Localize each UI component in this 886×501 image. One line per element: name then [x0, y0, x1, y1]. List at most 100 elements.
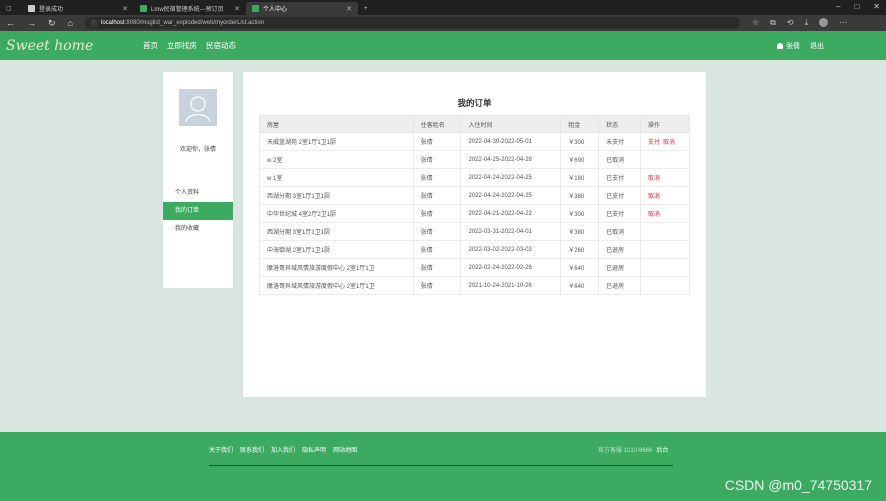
reload-icon[interactable]: ↻ — [48, 18, 56, 29]
house-cell: 摩洛哥异域风情旅游度假中心 2室1厅1卫 — [259, 258, 414, 277]
tab-close-icon[interactable]: ✕ — [234, 5, 240, 13]
guest-cell: 张倩 — [412, 240, 462, 259]
browser-tab-bar: ▢ 登录成功 ✕ Lmw民宿管理系统---预订页 ✕ 个人中心 ✕ + — [0, 0, 886, 15]
browser-tab[interactable]: Lmw民宿管理系统---预订页 ✕ — [134, 2, 246, 15]
user-menu[interactable]: 张倩 — [777, 41, 800, 51]
footer-link[interactable]: 隐私声明 — [302, 445, 326, 454]
close-window-icon[interactable]: ✕ — [873, 2, 880, 11]
status-cell: 已取消 — [598, 150, 642, 169]
status-cell: 已取消 — [598, 222, 642, 241]
sidebar: 欢迎你，张倩 个人资料 我的订单 我的收藏 — [163, 72, 233, 288]
actions-cell: 取消 — [640, 204, 690, 223]
table-row: 摩洛哥异域风情旅游度假中心 2室1厅1卫 张倩 2022-02-24-2022-02… — [259, 258, 690, 277]
actions-cell: 取消 — [640, 168, 690, 187]
user-avatar-icon — [185, 95, 211, 122]
time-cell: 2022-04-24-2022-04-25 — [460, 186, 562, 205]
address-bar: ← → ↻ ⌂ ⓘ localhost:8080/msglist_war_exp… — [0, 15, 886, 31]
cancel-link[interactable]: 取消 — [663, 140, 675, 146]
house-cell: 西湖分期 3室1厅1卫1厨 — [259, 186, 414, 205]
column-header: 操作 — [640, 115, 690, 133]
minimize-icon[interactable]: – — [836, 2, 840, 11]
nav-link[interactable]: 民宿动态 — [206, 41, 236, 50]
table-row: w 2室 张倩 2022-04-25-2022-04-28 ￥690 已取消 — [259, 150, 690, 169]
sidebar-item[interactable]: 个人资料 — [163, 184, 233, 202]
new-tab-icon[interactable]: + — [358, 2, 374, 15]
tab-favicon-icon — [28, 5, 35, 12]
guest-cell: 张倩 — [412, 258, 462, 277]
table-row: w 1室 张倩 2022-04-24-2022-04-25 ￥180 已支付 取消 — [259, 168, 690, 187]
actions-cell: 支付 取消 — [640, 132, 690, 151]
sidebar-item[interactable]: 我的收藏 — [163, 220, 233, 238]
guest-cell: 张倩 — [412, 204, 462, 223]
rent-cell: ￥640 — [560, 276, 600, 295]
footer-divider — [209, 465, 673, 466]
rent-cell: ￥380 — [560, 186, 600, 205]
table-row: 中海御湖 2室1厅1卫1厨 张倩 2022-03-02-2022-03-03 ￥260… — [259, 240, 690, 259]
footer-link[interactable]: 加入我们 — [271, 445, 295, 454]
house-cell: 中海御湖 2室1厅1卫1厨 — [259, 240, 414, 259]
admin-link[interactable]: 后台 — [656, 448, 668, 454]
time-cell: 2022-04-24-2022-04-25 — [460, 168, 562, 187]
footer-link[interactable]: 网站地图 — [333, 445, 357, 454]
profile-avatar[interactable] — [819, 18, 829, 27]
status-cell: 已支付 — [598, 168, 642, 187]
column-header: 入住时间 — [460, 115, 562, 133]
back-icon[interactable]: ← — [6, 18, 15, 28]
url-field[interactable]: ⓘ localhost:8080/msglist_war_exploded/we… — [84, 17, 740, 29]
actions-cell — [640, 222, 690, 241]
tab-close-icon[interactable]: ✕ — [122, 5, 128, 13]
guest-cell: 张倩 — [412, 186, 462, 205]
column-header: 状态 — [598, 115, 642, 133]
browser-tab[interactable]: 登录成功 ✕ — [22, 2, 134, 15]
sidebar-item[interactable]: 我的订单 — [163, 202, 233, 220]
tab-label: Lmw民宿管理系统---预订页 — [151, 7, 224, 13]
tab-favicon-icon — [252, 5, 259, 12]
status-cell: 已退房 — [598, 276, 642, 295]
sidebar-menu: 个人资料 我的订单 我的收藏 — [163, 184, 233, 238]
more-icon[interactable]: ⋯ — [839, 18, 847, 28]
table-row: 西湖分期 3室1厅1卫1厨 张倩 2022-03-31-2022-04-01 ￥380… — [259, 222, 690, 241]
tab-label: 个人中心 — [263, 7, 288, 13]
site-logo[interactable]: Sweet home — [6, 38, 143, 54]
nav-link[interactable]: 立即找房 — [167, 41, 197, 50]
page-title: 我的订单 — [457, 98, 492, 108]
guest-cell: 张倩 — [412, 276, 462, 295]
pay-link[interactable]: 支付 — [648, 140, 660, 146]
download-icon[interactable]: ⤓ — [805, 18, 809, 28]
user-area: 张倩 退出 — [777, 41, 824, 51]
time-cell: 2022-03-31-2022-04-01 — [460, 222, 562, 241]
workspace-icon[interactable]: ▢ — [0, 2, 22, 15]
status-cell: 已支付 — [598, 204, 642, 223]
status-cell: 已支付 — [598, 186, 642, 205]
browser-tab[interactable]: 个人中心 ✕ — [246, 2, 358, 15]
guest-cell: 张倩 — [412, 150, 462, 169]
avatar — [179, 89, 217, 126]
tab-favicon-icon — [140, 5, 147, 12]
nav-link[interactable]: 首页 — [143, 41, 158, 50]
history-icon[interactable]: ⟲ — [787, 18, 794, 28]
url-host: localhost — [101, 20, 125, 26]
rent-cell: ￥380 — [560, 222, 600, 241]
maximize-icon[interactable]: □ — [854, 2, 859, 11]
status-cell: 已退房 — [598, 258, 642, 277]
time-cell: 2022-04-25-2022-04-28 — [460, 150, 562, 169]
actions-cell — [640, 258, 690, 277]
rent-cell: ￥300 — [560, 204, 600, 223]
home-icon[interactable]: ⌂ — [68, 18, 73, 28]
cancel-link[interactable]: 取消 — [648, 212, 660, 218]
tab-close-icon[interactable]: ✕ — [346, 5, 352, 13]
star-icon[interactable]: ☆ — [752, 18, 759, 28]
forward-icon[interactable]: → — [27, 18, 36, 28]
footer-link[interactable]: 关于我们 — [209, 445, 233, 454]
extensions-icon[interactable]: ⧉ — [770, 18, 776, 28]
logout-link[interactable]: 退出 — [810, 41, 824, 51]
footer-link[interactable]: 联系我们 — [240, 445, 264, 454]
tab-label: 登录成功 — [39, 7, 64, 13]
guest-cell: 张倩 — [412, 222, 462, 241]
time-cell: 2022-03-02-2022-03-03 — [460, 240, 562, 259]
rent-cell: ￥640 — [560, 258, 600, 277]
cancel-link[interactable]: 取消 — [648, 194, 660, 200]
table-header-row: 房屋 住客姓名 入住时间 租金 状态 操作 — [259, 115, 690, 133]
status-cell: 已退房 — [598, 240, 642, 259]
cancel-link[interactable]: 取消 — [648, 176, 660, 182]
